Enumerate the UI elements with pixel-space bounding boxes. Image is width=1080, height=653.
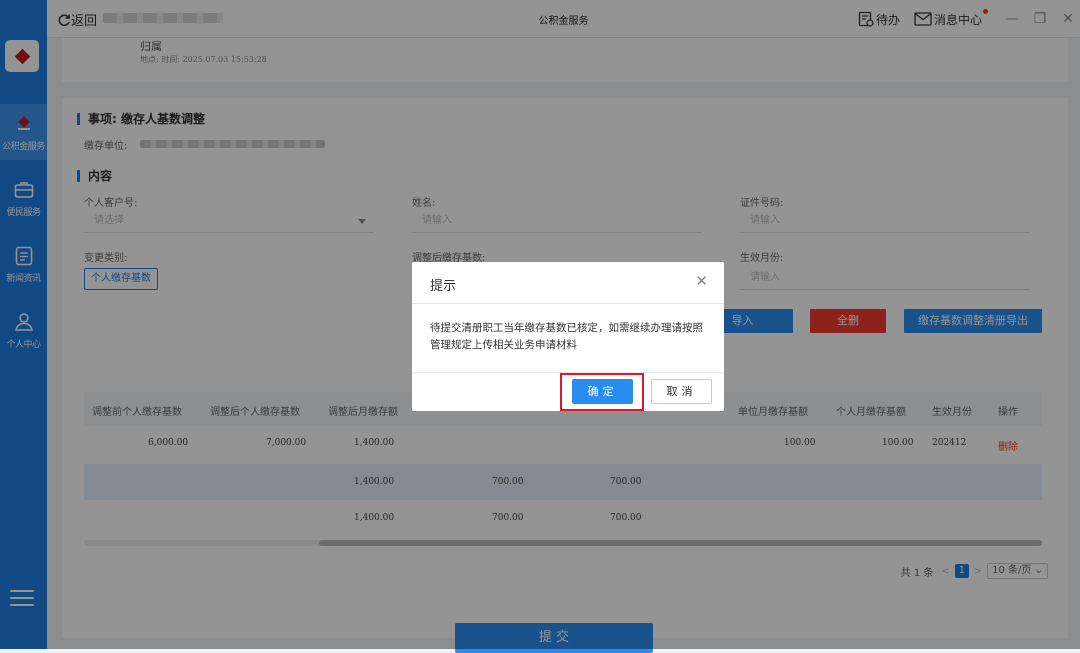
- dialog-title: 提示: [430, 279, 457, 294]
- dialog-divider: [412, 303, 724, 304]
- confirm-dialog: 提示 ✕ 待提交清册职工当年缴存基数已核定，如需继续办理请按照管理规定上传相关业…: [412, 262, 724, 411]
- cancel-button[interactable]: 取消: [651, 379, 712, 404]
- confirm-button[interactable]: 确定: [572, 379, 633, 404]
- close-icon[interactable]: ✕: [695, 272, 708, 290]
- dialog-message: 待提交清册职工当年缴存基数已核定，如需继续办理请按照管理规定上传相关业务申请材料: [430, 322, 703, 351]
